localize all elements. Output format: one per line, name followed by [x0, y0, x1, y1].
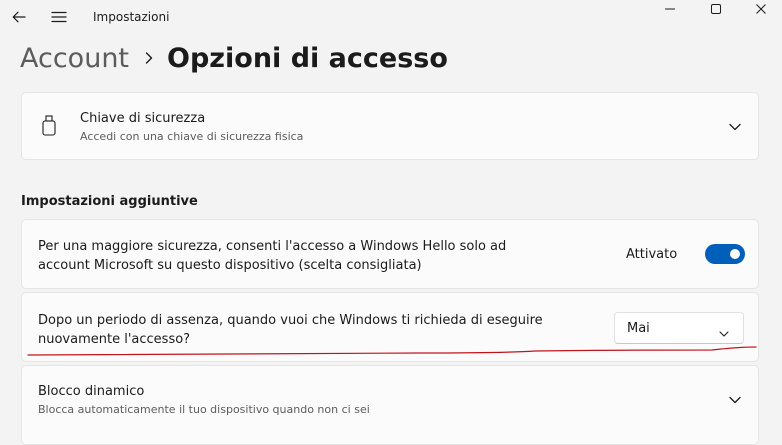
- sign-in-required-dropdown[interactable]: Mai: [614, 312, 744, 344]
- back-arrow-icon: [12, 11, 26, 23]
- toggle-state-label: Attivato: [626, 247, 678, 262]
- hello-only-toggle[interactable]: [705, 244, 745, 264]
- security-key-card[interactable]: Chiave di sicurezza Accedi con una chiav…: [21, 92, 759, 160]
- minimize-button[interactable]: [655, 0, 685, 18]
- sign-in-required-description: Dopo un periodo di assenza, quando vuoi …: [38, 313, 543, 347]
- chevron-down-icon[interactable]: [728, 393, 742, 407]
- dynamic-lock-title: Blocco dinamico: [38, 384, 145, 399]
- dropdown-selected-value: Mai: [627, 321, 650, 336]
- security-key-title: Chiave di sicurezza: [80, 111, 206, 126]
- toggle-knob: [730, 249, 740, 259]
- sign-in-required-card: Dopo un periodo di assenza, quando vuoi …: [21, 292, 759, 362]
- hamburger-menu-icon: [51, 11, 67, 23]
- chevron-down-icon: [719, 323, 729, 342]
- security-key-subtitle: Accedi con una chiave di sicurezza fisic…: [80, 130, 304, 143]
- chevron-down-icon[interactable]: [728, 120, 742, 134]
- additional-settings-heading: Impostazioni aggiuntive: [21, 194, 198, 209]
- close-button[interactable]: [746, 0, 776, 18]
- dynamic-lock-card[interactable]: Blocco dinamico Blocca automaticamente i…: [21, 365, 759, 445]
- back-button[interactable]: [5, 3, 33, 31]
- page-title: Opzioni di accesso: [167, 42, 448, 74]
- hello-only-card: Per una maggiore sicurezza, consenti l'a…: [21, 219, 759, 289]
- menu-button[interactable]: [45, 3, 73, 31]
- dynamic-lock-subtitle: Blocca automaticamente il tuo dispositiv…: [38, 403, 370, 416]
- maximize-icon: [711, 4, 721, 14]
- usb-key-icon: [41, 115, 57, 141]
- breadcrumb-chevron-icon: [145, 52, 153, 64]
- title-bar: Impostazioni: [0, 0, 782, 36]
- breadcrumb: Account Opzioni di accesso: [20, 40, 448, 76]
- window-title: Impostazioni: [93, 10, 170, 24]
- close-icon: [756, 4, 766, 14]
- minimize-icon: [665, 8, 675, 10]
- maximize-button[interactable]: [701, 0, 731, 18]
- breadcrumb-account-link[interactable]: Account: [20, 43, 129, 74]
- hello-only-description: Per una maggiore sicurezza, consenti l'a…: [38, 239, 507, 273]
